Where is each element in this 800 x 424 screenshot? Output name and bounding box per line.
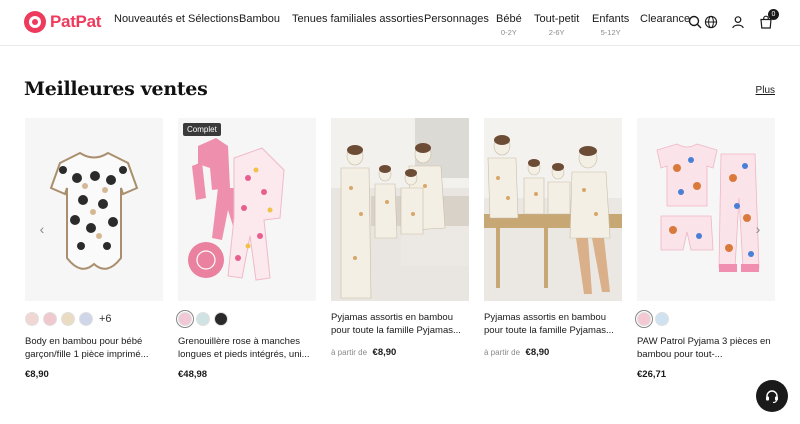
product-card[interactable]: PAW Patrol Pyjama 3 pièces en bambou pou…	[635, 118, 775, 380]
product-card[interactable]: Pyjamas assortis en bambou pour toute la…	[331, 118, 469, 358]
nav-age-range: 0-2Y	[500, 28, 517, 37]
product-image[interactable]	[25, 118, 163, 301]
color-swatch[interactable]	[43, 312, 57, 326]
color-swatch[interactable]	[214, 312, 228, 326]
product-image[interactable]	[484, 118, 622, 301]
customer-support-button[interactable]	[756, 380, 788, 412]
product-price: €26,71	[637, 369, 667, 380]
product-price: €8,90	[25, 369, 49, 380]
color-swatch[interactable]	[635, 310, 653, 328]
price-prefix: à partir de	[484, 348, 521, 357]
carousel-next-arrow-icon[interactable]: ›	[751, 221, 765, 237]
product-image[interactable]	[331, 118, 469, 301]
color-swatch[interactable]	[25, 312, 39, 326]
nav-item-tenues-familiales[interactable]: Tenues familiales assorties	[292, 13, 423, 25]
product-title[interactable]: Pyjamas assortis en bambou pour toute la…	[331, 311, 469, 337]
nav-item-enfants[interactable]: Enfants 5-12Y	[592, 13, 629, 37]
product-card[interactable]: Pyjamas assortis en bambou pour toute la…	[484, 118, 622, 358]
product-price: €8,90	[372, 347, 397, 358]
color-swatches: +6	[25, 311, 163, 327]
nav-age-range: 5-12Y	[600, 28, 621, 37]
headset-icon	[766, 390, 778, 404]
product-title[interactable]: Pyjamas assortis en bambou pour toute la…	[484, 311, 622, 337]
site-header: PatPat Nouveautés et Sélections Bambou T…	[0, 0, 800, 46]
nav-age-range: 2-6Y	[548, 28, 565, 37]
color-swatch[interactable]	[176, 310, 194, 328]
product-card[interactable]: +6 Body en bambou pour bébé garçon/fille…	[25, 118, 163, 380]
product-image[interactable]: Complet	[178, 118, 316, 301]
nav-label: Enfants	[592, 13, 630, 25]
product-title[interactable]: Grenouillère rose à manches longues et p…	[178, 335, 316, 361]
product-image[interactable]	[637, 118, 775, 301]
nav-item-clearance[interactable]: Clearance	[640, 13, 690, 25]
color-swatch[interactable]	[196, 312, 210, 326]
more-link[interactable]: Plus	[756, 85, 775, 96]
price-prefix: à partir de	[331, 348, 368, 357]
price-row: à partir de €8,90	[331, 347, 469, 358]
nav-label: Tout-petit	[534, 13, 580, 25]
logo-mark-icon	[24, 11, 46, 33]
search-icon[interactable]	[687, 14, 703, 30]
nav-label: Nouveautés et Sélections	[114, 13, 239, 25]
nav-label: Tenues familiales assorties	[292, 13, 424, 25]
nav-label: Personnages	[424, 13, 489, 25]
color-swatch[interactable]	[79, 312, 93, 326]
carousel-prev-arrow-icon[interactable]: ‹	[35, 221, 49, 237]
patpat-logo[interactable]: PatPat	[24, 11, 101, 33]
product-title[interactable]: Body en bambou pour bébé garçon/fille 1 …	[25, 335, 163, 361]
nav-label: Clearance	[640, 13, 691, 25]
price-row: à partir de €8,90	[484, 347, 622, 358]
sold-out-badge: Complet	[183, 123, 221, 136]
nav-item-bebe[interactable]: Bébé 0-2Y	[496, 13, 522, 37]
nav-label: Bambou	[239, 13, 280, 25]
section-title: Meilleures ventes	[24, 78, 208, 100]
nav-item-tout-petit[interactable]: Tout-petit 2-6Y	[534, 13, 579, 37]
color-swatches	[635, 310, 775, 328]
globe-icon[interactable]	[703, 14, 719, 30]
user-icon[interactable]	[730, 14, 746, 30]
logo-text: PatPat	[50, 12, 102, 31]
nav-label: Bébé	[496, 13, 522, 25]
nav-item-personnages[interactable]: Personnages	[424, 13, 489, 25]
product-title[interactable]: PAW Patrol Pyjama 3 pièces en bambou pou…	[637, 335, 775, 361]
nav-item-bambou[interactable]: Bambou	[239, 13, 280, 25]
price-row: €26,71	[637, 369, 775, 380]
price-row: €48,98	[178, 369, 316, 380]
cart-icon[interactable]: 0	[758, 9, 779, 30]
cart-count-badge: 0	[768, 9, 779, 20]
color-swatches	[176, 310, 316, 328]
more-swatches-count[interactable]: +6	[99, 313, 112, 325]
product-price: €8,90	[525, 347, 550, 358]
nav-item-nouveautes[interactable]: Nouveautés et Sélections	[114, 13, 239, 25]
product-price: €48,98	[178, 369, 208, 380]
color-swatch[interactable]	[655, 312, 669, 326]
color-swatch[interactable]	[61, 312, 75, 326]
product-card[interactable]: Complet Grenouillère rose à manches long…	[176, 118, 316, 380]
price-row: €8,90	[25, 369, 163, 380]
